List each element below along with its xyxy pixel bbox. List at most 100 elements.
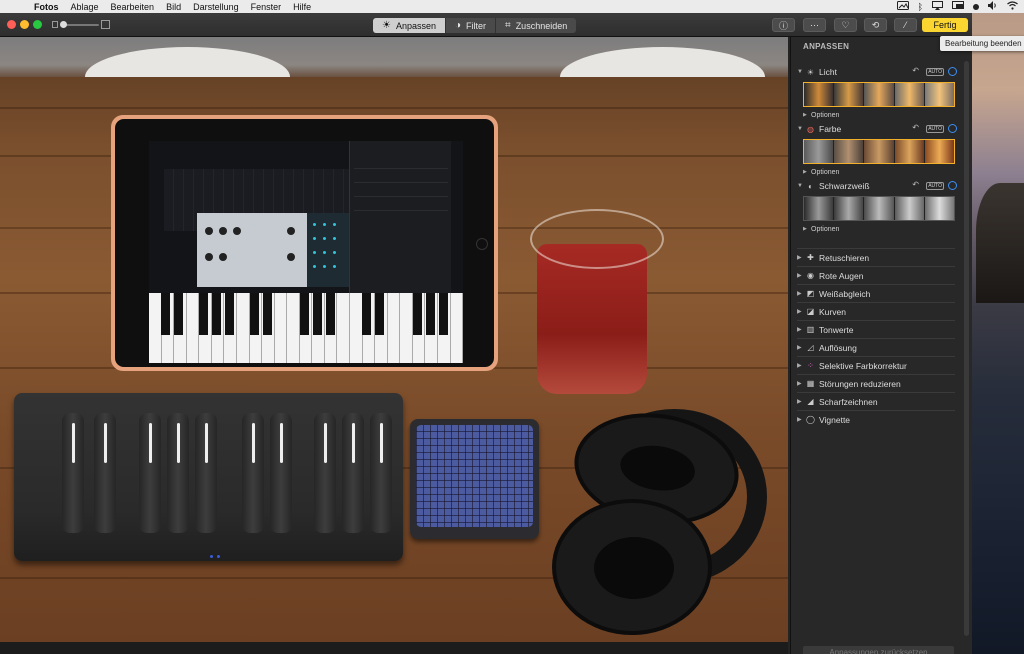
done-tooltip: Bearbeitung beenden: [940, 36, 1024, 51]
airplay-icon[interactable]: [932, 1, 943, 12]
minimize-window-button[interactable]: [20, 20, 29, 29]
adjust-sidebar: ANPASSEN ▼ ☀ Licht ↶ AUTO ▶ Optionen ▼ ◍…: [790, 37, 972, 654]
menu-bild[interactable]: Bild: [166, 2, 181, 12]
tool-retuschieren-label: Retuschieren: [819, 252, 870, 263]
undo-icon[interactable]: ↶: [912, 180, 919, 189]
edit-mode-tabs: ☀ Anpassen ◑ Filter ⌗ Zuschneiden: [373, 18, 577, 33]
selective-color-icon: ⁘: [807, 361, 814, 370]
section-farbe-label: Farbe: [819, 124, 842, 134]
favorite-button[interactable]: ♡: [834, 18, 857, 32]
undo-icon[interactable]: ↶: [912, 66, 919, 75]
fullscreen-window-button[interactable]: [33, 20, 42, 29]
tool-rote-augen[interactable]: ▶ ◉ Rote Augen: [797, 266, 955, 284]
rotate-button[interactable]: ⟲: [864, 18, 887, 32]
toggle-circle-icon[interactable]: [948, 124, 957, 133]
undo-icon[interactable]: ↶: [912, 123, 919, 132]
tab-filter[interactable]: ◑ Filter: [446, 18, 497, 33]
tool-tonwerte-label: Tonwerte: [819, 324, 854, 335]
section-farbe-header[interactable]: ▼ ◍ Farbe ↶ AUTO: [797, 123, 957, 135]
disclosure-closed-icon: ▶: [797, 399, 802, 405]
section-licht-header[interactable]: ▼ ☀ Licht ↶ AUTO: [797, 66, 957, 78]
menu-darstellung[interactable]: Darstellung: [193, 2, 239, 12]
farbe-thumbnail-strip[interactable]: [803, 139, 955, 164]
magic-wand-icon: ⁄: [904, 20, 907, 30]
tool-vignette-label: Vignette: [819, 414, 851, 425]
tab-anpassen[interactable]: ☀ Anpassen: [373, 18, 446, 33]
done-button[interactable]: Fertig: [922, 18, 968, 32]
auto-button[interactable]: AUTO: [926, 182, 944, 190]
menu-bearbeiten[interactable]: Bearbeiten: [111, 2, 155, 12]
auto-button[interactable]: AUTO: [926, 125, 944, 133]
disclosure-closed-icon: ▶: [797, 381, 802, 387]
volume-icon[interactable]: [988, 1, 998, 12]
schwarzweiss-options[interactable]: ▶ Optionen: [803, 224, 957, 234]
display-icon[interactable]: [952, 1, 964, 12]
tool-aufloesung-label: Auflösung: [819, 342, 857, 353]
tool-stoerungen-reduzieren[interactable]: ▶ ▦ Störungen reduzieren: [797, 374, 955, 392]
wifi-icon[interactable]: [1007, 1, 1018, 12]
section-farbe: ▼ ◍ Farbe ↶ AUTO ▶ Optionen: [797, 123, 957, 177]
photo-canvas[interactable]: [0, 37, 788, 642]
zoom-out-icon: [52, 21, 58, 28]
farbe-options-label: Optionen: [811, 168, 840, 176]
tool-tonwerte[interactable]: ▶ ▥ Tonwerte: [797, 320, 955, 338]
disclosure-closed-icon: ▶: [797, 291, 802, 297]
info-icon: ⓘ: [778, 20, 788, 31]
disclosure-closed-icon: ▶: [797, 363, 802, 369]
bandage-icon: ✚: [807, 253, 814, 262]
licht-thumbnail-strip[interactable]: [803, 82, 955, 107]
disclosure-closed-icon[interactable]: ▶: [803, 226, 811, 232]
bluetooth-icon[interactable]: ᛒ: [918, 2, 923, 12]
auto-button[interactable]: AUTO: [926, 68, 944, 76]
sun-icon: ☀: [806, 67, 815, 77]
close-window-button[interactable]: [7, 20, 16, 29]
tool-scharfzeichnen[interactable]: ▶ ◢ Scharfzeichnen: [797, 392, 955, 410]
tool-weissabgleich[interactable]: ▶ ◩ Weißabgleich: [797, 284, 955, 302]
menu-ablage[interactable]: Ablage: [71, 2, 99, 12]
tab-anpassen-label: Anpassen: [395, 20, 436, 31]
tool-kurven[interactable]: ▶ ◪ Kurven: [797, 302, 955, 320]
licht-options[interactable]: ▶ Optionen: [803, 110, 957, 120]
eye-icon: ◉: [807, 271, 814, 280]
rotate-icon: ⟲: [871, 19, 880, 30]
auto-enhance-button[interactable]: ⁄: [894, 18, 917, 32]
more-icon: ⋯: [810, 19, 819, 30]
disclosure-open-icon[interactable]: ▼: [797, 183, 805, 189]
sidebar-scrollbar[interactable]: [964, 61, 969, 636]
sun-icon: ☀: [382, 20, 391, 31]
zoom-slider-knob[interactable]: [60, 21, 67, 28]
toggle-circle-icon[interactable]: [948, 181, 957, 190]
farbe-options[interactable]: ▶ Optionen: [803, 167, 957, 177]
record-icon[interactable]: [973, 3, 979, 10]
tool-aufloesung[interactable]: ▶ ◿ Auflösung: [797, 338, 955, 356]
tool-rote-augen-label: Rote Augen: [819, 270, 864, 281]
tab-zuschneiden-label: Zuschneiden: [515, 20, 568, 31]
disclosure-closed-icon: ▶: [797, 345, 802, 351]
curves-icon: ◪: [806, 307, 815, 316]
tool-selektive-farbkorrektur[interactable]: ▶ ⁘ Selektive Farbkorrektur: [797, 356, 955, 374]
reset-adjustments-button[interactable]: Anpassungen zurücksetzen: [803, 646, 954, 654]
section-schwarzweiss-header[interactable]: ▼ ◐ Schwarzweiß ↶ AUTO: [797, 180, 957, 192]
photos-menu-icon[interactable]: [896, 1, 909, 12]
menu-fotos[interactable]: Fotos: [34, 2, 59, 12]
sharpen-icon: ◢: [807, 397, 814, 406]
toggle-circle-icon[interactable]: [948, 67, 957, 76]
photos-window: ☀ Anpassen ◑ Filter ⌗ Zuschneiden ⓘ ⋯ ♡ …: [0, 13, 972, 654]
licht-options-label: Optionen: [811, 111, 840, 119]
color-wheel-icon: ◍: [807, 124, 814, 134]
status-area: ᛒ: [896, 0, 1018, 13]
more-button[interactable]: ⋯: [803, 18, 826, 32]
tool-retuschieren[interactable]: ▶ ✚ Retuschieren: [797, 248, 955, 266]
menu-fenster[interactable]: Fenster: [251, 2, 282, 12]
disclosure-open-icon[interactable]: ▼: [797, 126, 805, 132]
tool-vignette[interactable]: ▶ ◯ Vignette: [797, 410, 955, 428]
menu-hilfe[interactable]: Hilfe: [293, 2, 311, 12]
disclosure-open-icon[interactable]: ▼: [797, 69, 805, 75]
schwarzweiss-thumbnail-strip[interactable]: [803, 196, 955, 221]
disclosure-closed-icon[interactable]: ▶: [803, 112, 811, 118]
schwarzweiss-options-label: Optionen: [811, 225, 840, 233]
info-button[interactable]: ⓘ: [772, 18, 795, 32]
tab-zuschneiden[interactable]: ⌗ Zuschneiden: [496, 18, 576, 33]
section-licht-label: Licht: [819, 67, 837, 77]
disclosure-closed-icon[interactable]: ▶: [803, 169, 811, 175]
